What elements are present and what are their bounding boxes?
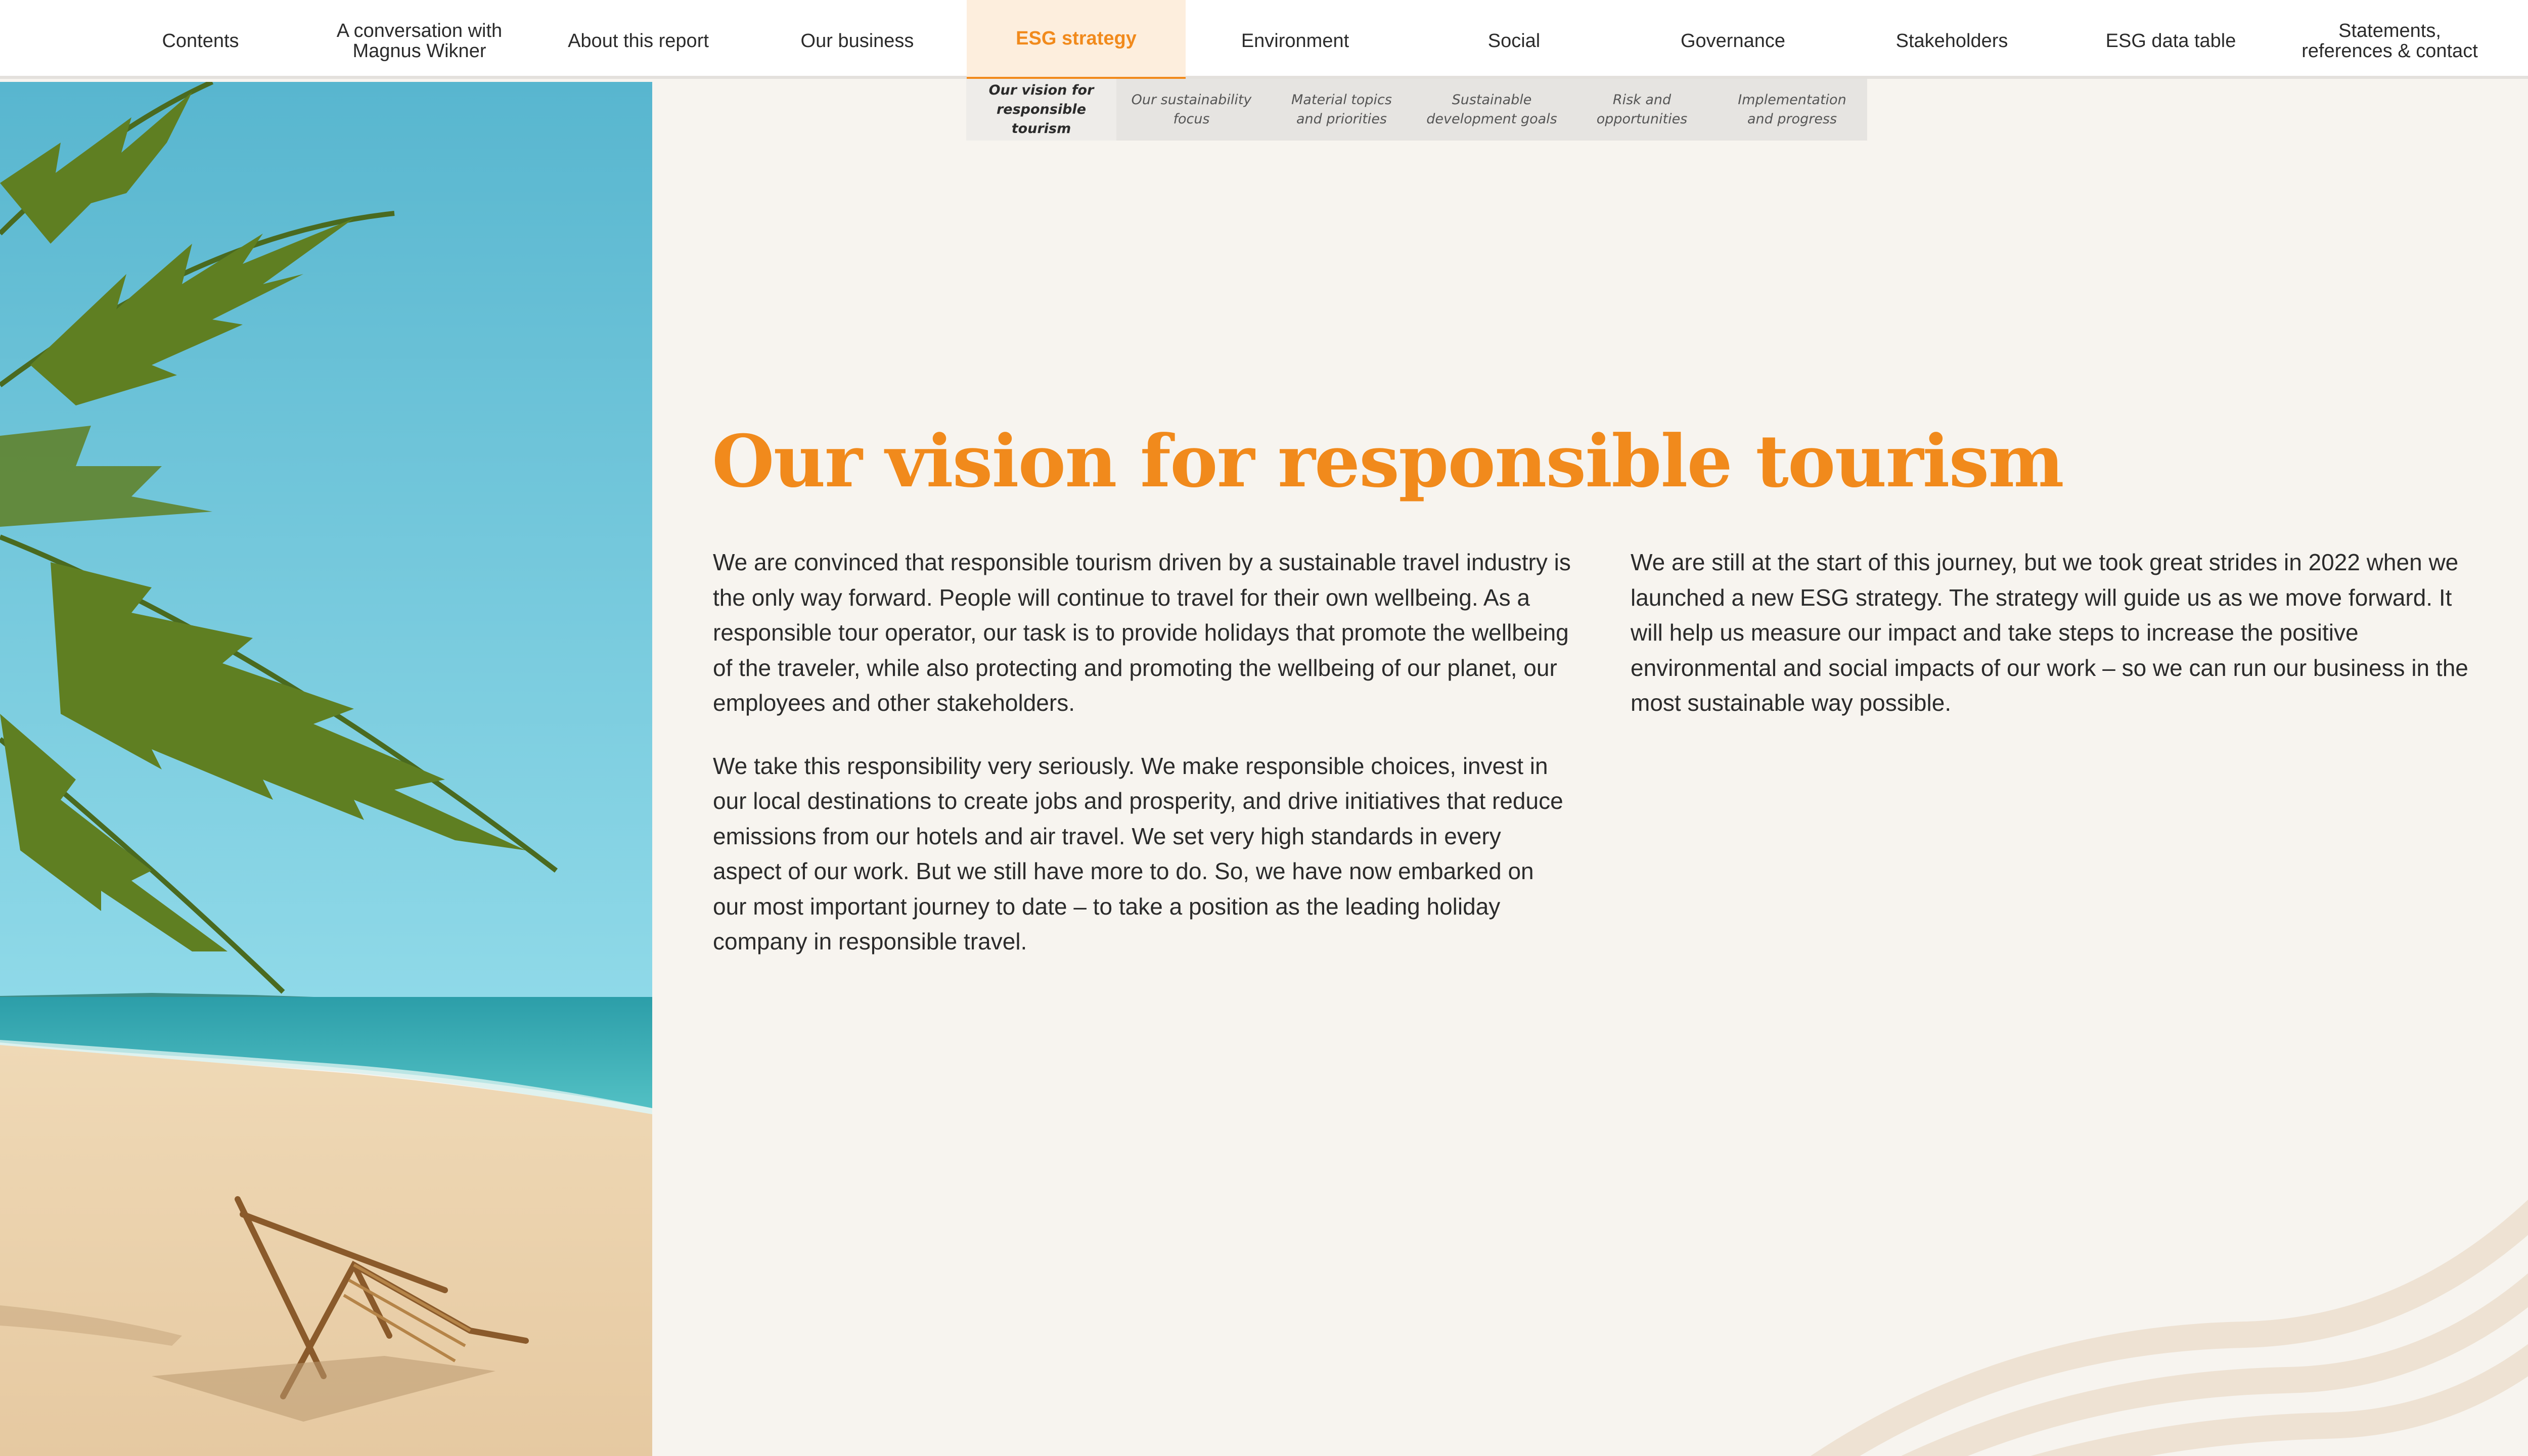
decorative-waves (1810, 1199, 2528, 1456)
subnav-item-vision[interactable]: Our vision for responsible tourism (966, 79, 1116, 141)
nav-label: Environment (1241, 30, 1349, 52)
paragraph: We are still at the start of this journe… (1631, 549, 2468, 716)
page-title: Our vision for responsible tourism (712, 420, 2064, 504)
left-text-column: We are convinced that responsible touris… (713, 545, 1572, 987)
right-text-column: We are still at the start of this journe… (1631, 545, 2480, 749)
nav-item-governance[interactable]: Governance (1623, 0, 1842, 79)
beach-palm-chair-image (0, 82, 652, 1456)
sub-navigation: Our vision for responsible tourism Our s… (966, 79, 1867, 141)
nav-label: Governance (1680, 30, 1785, 52)
nav-item-conversation[interactable]: A conversation with Magnus Wikner (310, 0, 529, 79)
nav-label: ESG strategy (1016, 28, 1137, 49)
nav-item-stakeholders[interactable]: Stakeholders (1842, 0, 2061, 79)
paragraph: We are convinced that responsible touris… (713, 549, 1571, 716)
top-navigation: Contents A conversation with Magnus Wikn… (0, 0, 2528, 81)
nav-item-about-report[interactable]: About this report (529, 0, 748, 79)
nav-item-environment[interactable]: Environment (1186, 0, 1405, 79)
nav-label: A conversation with Magnus Wikner (336, 20, 503, 62)
nav-label: Stakeholders (1895, 30, 2008, 52)
nav-label: Contents (162, 30, 239, 52)
nav-label: About this report (568, 30, 709, 52)
subnav-item-material-topics[interactable]: Material topics and priorities (1267, 79, 1417, 141)
subnav-item-risk[interactable]: Risk and opportunities (1567, 79, 1717, 141)
nav-item-contents[interactable]: Contents (91, 0, 310, 79)
paragraph: We take this responsibility very serious… (713, 752, 1563, 955)
nav-label: Social (1487, 30, 1541, 52)
nav-item-social[interactable]: Social (1405, 0, 1623, 79)
nav-item-our-business[interactable]: Our business (748, 0, 967, 79)
top-nav-list: Contents A conversation with Magnus Wikn… (91, 0, 2499, 81)
nav-item-esg-data-table[interactable]: ESG data table (2061, 0, 2280, 79)
nav-item-statements[interactable]: Statements, references & contact (2280, 0, 2499, 79)
nav-item-esg-strategy[interactable]: ESG strategy (967, 0, 1186, 81)
nav-label: Statements, references & contact (2301, 20, 2478, 62)
subnav-item-sdg[interactable]: Sustainable development goals (1417, 79, 1567, 141)
subnav-item-sustainability-focus[interactable]: Our sustainability focus (1116, 79, 1267, 141)
subnav-item-implementation[interactable]: Implementation and progress (1717, 79, 1867, 141)
nav-label: Our business (800, 30, 914, 52)
nav-label: ESG data table (2105, 30, 2236, 52)
